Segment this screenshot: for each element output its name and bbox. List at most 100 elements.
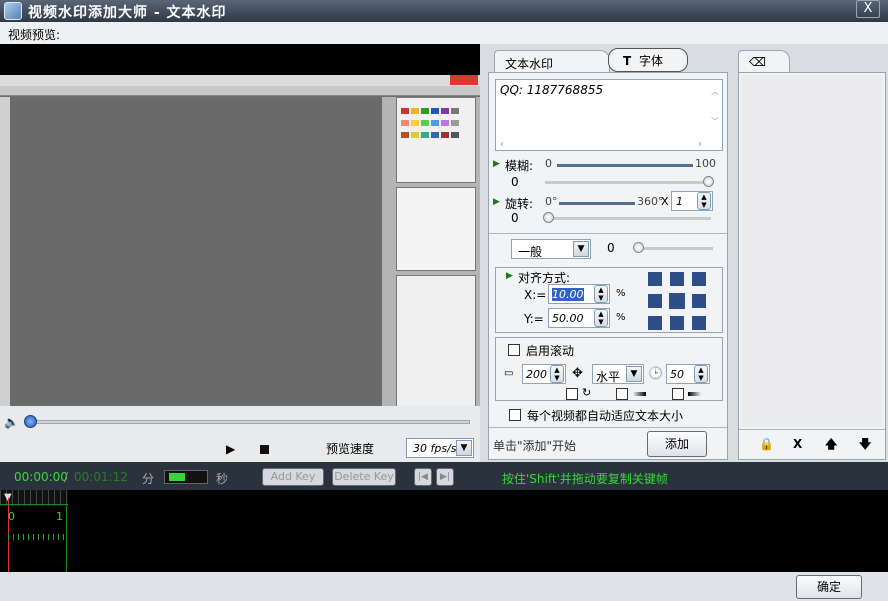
scroll-left-icon[interactable]: ‹	[500, 139, 504, 150]
scroll-down-icon[interactable]: ﹀	[711, 116, 719, 127]
scroll-up-icon[interactable]: ︿	[711, 86, 719, 97]
volume-icon[interactable]: 🔈	[4, 415, 19, 429]
scroll-group: 启用滚动 ▭ 200 ▲ ▼ ✥ 水平 ▼ 🕒 50 ▲ ▼ ↻	[495, 337, 723, 401]
frame-toolbar	[0, 86, 480, 96]
frame-red-button	[450, 75, 478, 85]
preview-caption-bar: 视频预览:	[0, 22, 888, 44]
clock-icon: 🕒	[648, 366, 663, 380]
y-field[interactable]: 50.00 ▲ ▼	[548, 308, 610, 328]
stop-button[interactable]	[260, 445, 269, 454]
time-total: 00:01:12	[74, 470, 128, 484]
rotate-max: 360°	[637, 195, 664, 208]
blur-range-bar	[557, 164, 693, 167]
scroll-direction-select[interactable]: 水平 ▼	[592, 364, 644, 384]
scroll-delay-spinner[interactable]: ▲ ▼	[694, 365, 708, 383]
watermark-list[interactable]	[741, 75, 883, 427]
delete-key-button[interactable]: Delete Key	[332, 468, 396, 486]
watermark-text-input[interactable]: QQ: 1187768855 ︿ ﹀ ‹ ›	[495, 79, 723, 151]
ok-button[interactable]: 确定	[796, 575, 862, 599]
chevron-down-icon[interactable]: ▼	[626, 366, 642, 382]
blur-value: 0	[511, 175, 519, 189]
loop-checkbox[interactable]	[566, 388, 578, 400]
tab-font[interactable]: T 字体	[608, 48, 688, 72]
zoom-slider[interactable]	[164, 470, 208, 484]
rotate-slider-handle[interactable]	[543, 212, 554, 223]
divider	[739, 429, 885, 430]
fps-value: 30 fps/s	[413, 442, 457, 455]
eraser-icon: ⌫	[749, 55, 766, 69]
tab-watermark-list[interactable]: ⌫	[738, 50, 790, 74]
scroll-speed-spinner[interactable]: ▲ ▼	[550, 365, 564, 383]
move-up-icon[interactable]: 🡅	[825, 435, 837, 456]
zoom-slider-handle[interactable]	[169, 473, 185, 481]
seek-handle[interactable]	[24, 415, 37, 428]
seek-track[interactable]	[30, 420, 470, 424]
rotate-expand-icon[interactable]: ▶	[493, 197, 500, 207]
y-label: Y:=	[524, 312, 544, 326]
minute-label: 分	[142, 472, 155, 486]
blur-min: 0	[545, 157, 552, 170]
align-top-right-icon[interactable]	[692, 272, 706, 286]
scroll-right-icon[interactable]: ›	[698, 139, 702, 150]
auto-fit-checkbox[interactable]	[509, 409, 521, 421]
time-separator: /	[64, 470, 69, 484]
preview-caption: 视频预览:	[8, 28, 61, 42]
rotate-slider-track[interactable]	[545, 217, 711, 220]
align-top-center-icon[interactable]	[670, 272, 684, 286]
play-button[interactable]: ▶	[226, 442, 235, 456]
rotate-step-spinner[interactable]: ▲ ▼	[697, 192, 711, 210]
x-spinner[interactable]: ▲ ▼	[594, 285, 608, 303]
lock-icon[interactable]: 🔒	[759, 437, 774, 451]
align-top-left-icon[interactable]	[648, 272, 662, 286]
add-key-button[interactable]: Add Key	[262, 468, 324, 486]
enable-scroll-label: 启用滚动	[526, 344, 575, 358]
scroll-delay-value: 50	[670, 368, 684, 381]
align-center-icon[interactable]	[669, 293, 685, 309]
blur-expand-icon[interactable]: ▶	[493, 159, 500, 169]
scroll-direction-value: 水平	[596, 370, 621, 384]
close-button[interactable]: X	[856, 0, 880, 18]
scroll-speed-field[interactable]: 200 ▲ ▼	[522, 364, 566, 384]
opacity-slider-handle[interactable]	[633, 242, 644, 253]
title-bar: 视频水印添加大师 - 文本水印 X	[0, 0, 888, 22]
delete-icon[interactable]: X	[793, 437, 802, 451]
tab-font-label: 字体	[639, 54, 664, 68]
tab-text-watermark[interactable]: 文本水印	[494, 50, 610, 74]
align-bottom-right-icon[interactable]	[692, 316, 706, 330]
move-down-icon[interactable]: 🡇	[859, 435, 871, 456]
timeline-track[interactable]: ▼ 0 1	[0, 490, 888, 572]
enable-scroll-checkbox[interactable]	[508, 344, 520, 356]
fade-out-checkbox[interactable]	[672, 388, 684, 400]
add-hint: 单击"添加"开始	[493, 439, 577, 453]
chevron-down-icon[interactable]: ▼	[573, 241, 589, 257]
text-watermark-panel: QQ: 1187768855 ︿ ﹀ ‹ › ▶ 模糊: 0 100 0 ▶ 旋…	[488, 72, 728, 460]
rotate-min: 0°	[545, 195, 558, 208]
x-field[interactable]: 10.00 ▲ ▼	[548, 284, 610, 304]
next-key-icon[interactable]: ▶|	[436, 468, 454, 486]
align-bottom-center-icon[interactable]	[670, 316, 684, 330]
y-spinner[interactable]: ▲ ▼	[594, 309, 608, 327]
add-button[interactable]: 添加	[647, 431, 707, 457]
fade-in-checkbox[interactable]	[616, 388, 628, 400]
rotate-step-field[interactable]: 1 ▲ ▼	[671, 191, 713, 211]
move-direction-icon: ✥	[572, 366, 583, 381]
scroll-delay-field[interactable]: 50 ▲ ▼	[666, 364, 710, 384]
frame-canvas	[10, 97, 382, 411]
chevron-down-icon[interactable]: ▼	[456, 440, 472, 456]
x-value: 10.00	[552, 288, 584, 301]
blur-slider-handle[interactable]	[703, 176, 714, 187]
fade-in-icon	[632, 392, 646, 396]
align-bottom-left-icon[interactable]	[648, 316, 662, 330]
x-label: X:=	[524, 288, 547, 302]
opacity-slider-track[interactable]	[635, 247, 713, 250]
blur-slider-track[interactable]	[545, 181, 711, 184]
align-middle-right-icon[interactable]	[692, 294, 706, 308]
seek-bar: 🔈	[0, 406, 480, 434]
align-middle-left-icon[interactable]	[648, 294, 662, 308]
speed-label: 预览速度	[326, 442, 375, 456]
align-expand-icon[interactable]: ▶	[506, 271, 513, 281]
prev-key-icon[interactable]: |◀	[414, 468, 432, 486]
fps-select[interactable]: 30 fps/s ▼	[406, 438, 474, 458]
blend-mode-select[interactable]: 一般 ▼	[511, 239, 591, 259]
ruler-line	[0, 504, 68, 505]
